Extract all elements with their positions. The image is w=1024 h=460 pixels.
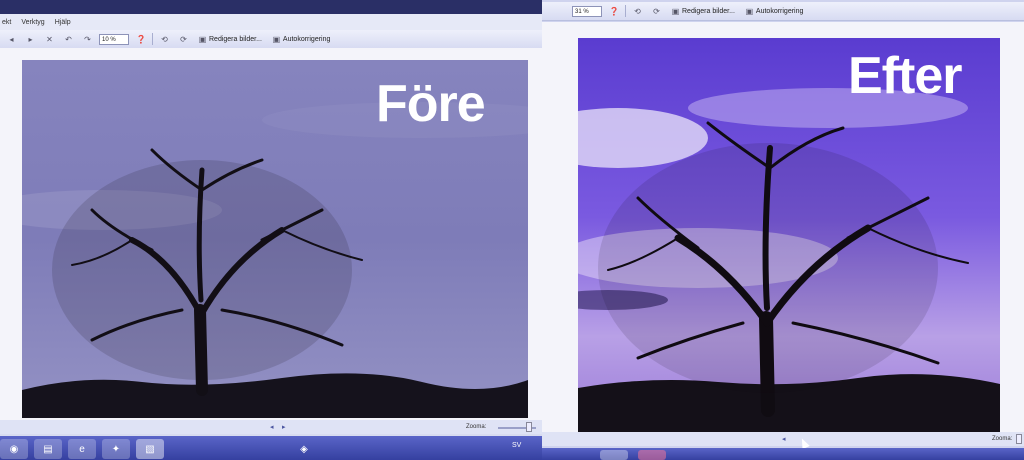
autocorrect-button[interactable]: ▣ Autokorrigering bbox=[269, 34, 333, 45]
help-icon: ❓ bbox=[609, 6, 619, 16]
edit-pictures-button[interactable]: ▣ Redigera bilder... bbox=[195, 34, 265, 45]
help-button[interactable]: ❓ bbox=[606, 6, 621, 17]
forward-button[interactable]: ▸ bbox=[23, 34, 38, 45]
toolbar: ◂ ▸ ✕ ↶ ↷ 10 % ❓ ⟲ ⟳ ▣ Redigera bilder...… bbox=[0, 30, 542, 49]
rotate-right-button[interactable]: ⟳ bbox=[176, 34, 191, 45]
explorer-taskbar-button[interactable]: ▤ bbox=[34, 439, 62, 459]
rotate-left-button[interactable]: ⟲ bbox=[630, 6, 645, 17]
app-taskbar-button[interactable] bbox=[638, 450, 666, 460]
zoom-slider-thumb[interactable] bbox=[1016, 434, 1022, 444]
zoom-label: Zooma: bbox=[992, 436, 1013, 442]
picture-manager-taskbar-button[interactable] bbox=[600, 450, 628, 460]
edit-pictures-label: Redigera bilder... bbox=[682, 7, 735, 15]
browser-taskbar-button[interactable]: e bbox=[68, 439, 96, 459]
autocorrect-button[interactable]: ▣ Autokorrigering bbox=[742, 6, 806, 17]
app-icon: ✦ bbox=[111, 443, 121, 455]
forward-icon: ▸ bbox=[28, 34, 33, 44]
network-tray-button[interactable]: ◈ bbox=[290, 439, 318, 459]
before-screen: ekt Verktyg Hjälp ◂ ▸ ✕ ↶ ↷ 10 % ❓ ⟲ ⟳ ▣… bbox=[0, 0, 542, 460]
browser-icon: e bbox=[79, 443, 85, 455]
menu-item-tools[interactable]: Verktyg bbox=[21, 19, 44, 26]
rotate-left-icon: ⟲ bbox=[634, 6, 641, 16]
taskbar bbox=[542, 448, 1024, 460]
edit-icon: ▣ bbox=[671, 6, 680, 16]
rotate-left-icon: ⟲ bbox=[161, 34, 168, 44]
delete-icon: ✕ bbox=[46, 34, 53, 44]
menu-bar: ekt Verktyg Hjälp bbox=[0, 14, 542, 30]
picture-manager-taskbar-button[interactable]: ▧ bbox=[136, 439, 164, 459]
separator bbox=[625, 5, 626, 17]
picture-icon: ▧ bbox=[145, 443, 155, 455]
taskbar: ◉ ▤ e ✦ ▧ ◈ SV bbox=[0, 436, 542, 460]
back-button[interactable]: ◂ bbox=[4, 34, 19, 45]
help-icon: ❓ bbox=[136, 34, 146, 44]
start-button[interactable]: ◉ bbox=[0, 439, 28, 459]
after-label: Efter bbox=[848, 47, 962, 105]
zoom-slider-thumb[interactable] bbox=[526, 422, 532, 432]
before-label: Före bbox=[376, 75, 486, 133]
edit-pictures-label: Redigera bilder... bbox=[209, 35, 262, 43]
separator bbox=[152, 33, 153, 45]
edit-pictures-button[interactable]: ▣ Redigera bilder... bbox=[668, 6, 738, 17]
after-screen: 31 % ❓ ⟲ ⟳ ▣ Redigera bilder... ▣ Autokorr… bbox=[542, 0, 1024, 460]
undo-button[interactable]: ↶ bbox=[61, 34, 76, 45]
menu-item-help[interactable]: Hjälp bbox=[55, 19, 71, 26]
undo-icon: ↶ bbox=[65, 34, 72, 44]
back-icon: ◂ bbox=[9, 34, 14, 44]
redo-button[interactable]: ↷ bbox=[80, 34, 95, 45]
toolbar: 31 % ❓ ⟲ ⟳ ▣ Redigera bilder... ▣ Autokorr… bbox=[542, 2, 1024, 21]
autocorrect-icon: ▣ bbox=[272, 34, 281, 44]
rotate-left-button[interactable]: ⟲ bbox=[157, 34, 172, 45]
rotate-right-icon: ⟳ bbox=[180, 34, 187, 44]
rotate-right-button[interactable]: ⟳ bbox=[649, 6, 664, 17]
autocorrect-label: Autokorrigering bbox=[755, 7, 804, 15]
zoom-input[interactable]: 10 % bbox=[99, 33, 129, 45]
zoom-label: Zooma: bbox=[466, 424, 487, 430]
next-image-button[interactable]: ▸ bbox=[282, 423, 286, 431]
redo-icon: ↷ bbox=[84, 34, 91, 44]
network-icon: ◈ bbox=[300, 443, 308, 455]
autocorrect-label: Autokorrigering bbox=[282, 35, 331, 43]
window-frame-top bbox=[0, 0, 542, 14]
delete-button[interactable]: ✕ bbox=[42, 34, 57, 45]
help-button[interactable]: ❓ bbox=[133, 34, 148, 45]
prev-image-button[interactable]: ◂ bbox=[270, 423, 274, 431]
menu-item-project[interactable]: ekt bbox=[2, 19, 11, 26]
edit-icon: ▣ bbox=[198, 34, 207, 44]
status-bar: ◂ Zooma: bbox=[542, 432, 1024, 446]
autocorrect-icon: ▣ bbox=[745, 6, 754, 16]
status-bar: ◂ ▸ Zooma: bbox=[0, 420, 542, 434]
prev-image-button[interactable]: ◂ bbox=[782, 435, 786, 443]
rotate-right-icon: ⟳ bbox=[653, 6, 660, 16]
app-taskbar-button[interactable]: ✦ bbox=[102, 439, 130, 459]
language-indicator[interactable]: SV bbox=[512, 442, 521, 449]
start-icon: ◉ bbox=[9, 443, 19, 455]
folder-icon: ▤ bbox=[43, 443, 53, 455]
zoom-input[interactable]: 31 % bbox=[572, 5, 602, 17]
